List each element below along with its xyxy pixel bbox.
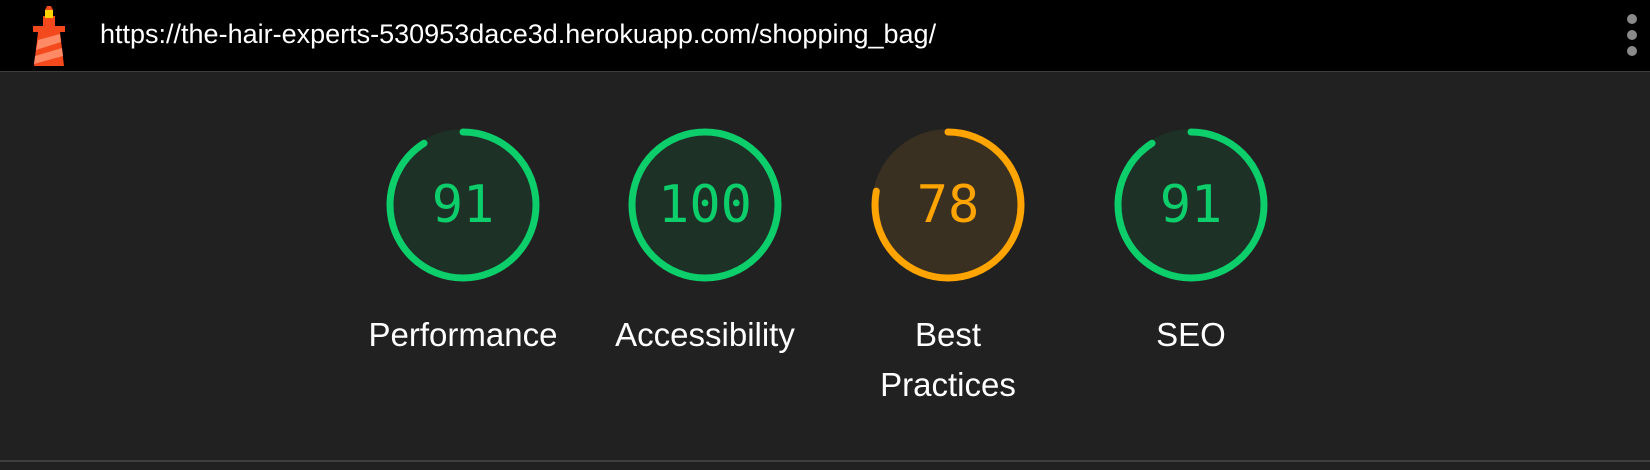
menu-dot xyxy=(1627,30,1637,40)
menu-dot xyxy=(1627,46,1637,56)
seo-label: SEO xyxy=(1156,316,1226,353)
accessibility-label: Accessibility xyxy=(615,316,795,353)
best-practices-score: 78 xyxy=(916,175,980,235)
seo-score: 91 xyxy=(1159,175,1223,235)
performance-score: 91 xyxy=(431,175,495,235)
lighthouse-report-header: https://the-hair-experts-530953dace3d.he… xyxy=(0,0,1650,72)
menu-dot xyxy=(1627,14,1637,24)
gauge-accessibility[interactable]: 100 Accessibility xyxy=(600,122,810,422)
gauge-performance[interactable]: 91 Performance xyxy=(358,122,568,422)
performance-label: Performance xyxy=(368,316,558,353)
gauge-best-practices[interactable]: 78 Best Practices xyxy=(843,122,1053,422)
gauge-seo[interactable]: 91 SEO xyxy=(1086,122,1296,422)
more-vertical-icon[interactable] xyxy=(1620,10,1644,60)
lighthouse-icon xyxy=(33,6,65,66)
accessibility-score: 100 xyxy=(658,175,752,235)
divider xyxy=(0,460,1650,462)
report-url: https://the-hair-experts-530953dace3d.he… xyxy=(100,19,937,49)
score-summary: 91 Performance 100 Accessibility 78 Best… xyxy=(0,72,1650,460)
best-practices-label: Best Practices xyxy=(880,316,1016,403)
